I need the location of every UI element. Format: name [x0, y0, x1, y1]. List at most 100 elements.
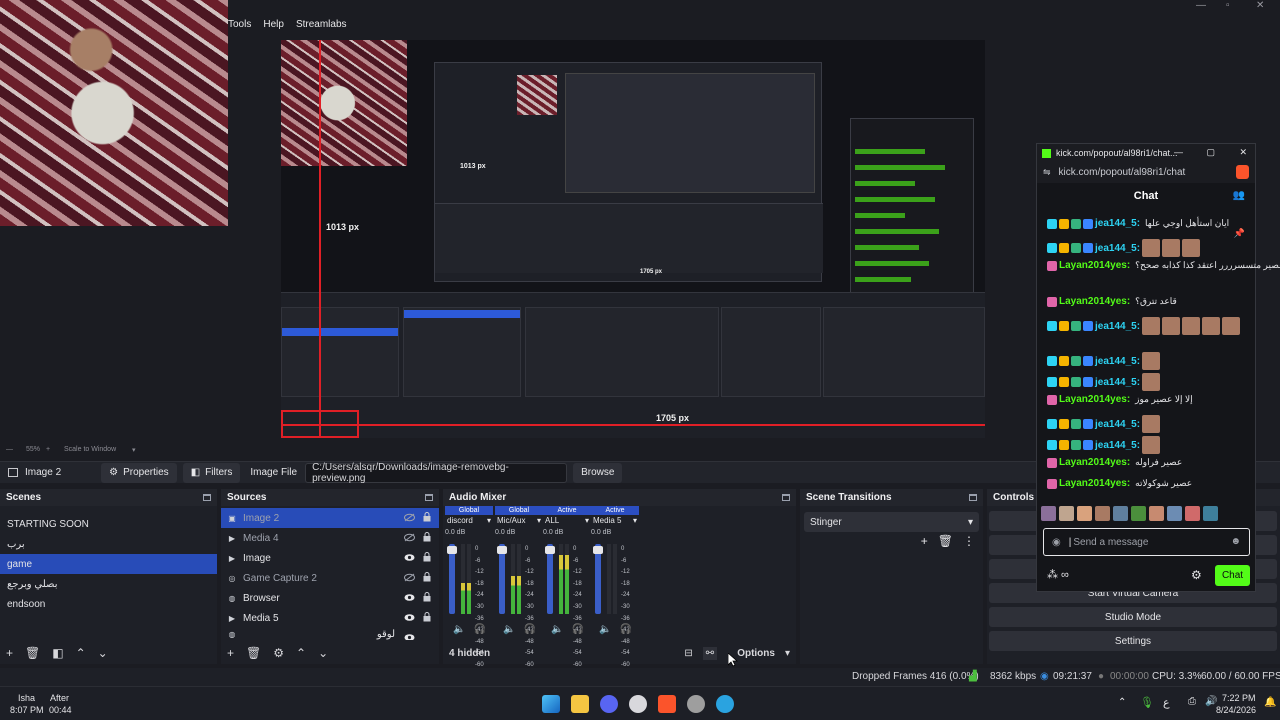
undock-icon[interactable] — [425, 494, 433, 501]
chat-username[interactable]: jea144_5: — [1095, 321, 1140, 332]
undock-icon[interactable] — [203, 494, 211, 501]
zoom-level[interactable]: 55% — [26, 446, 40, 453]
source-item[interactable]: ◍ لوقو — [221, 628, 439, 640]
minimize-icon[interactable]: — — [1174, 147, 1183, 157]
preview-canvas[interactable]: 1013 px 1705 px 1013 px 1705 px — [281, 40, 985, 438]
emoji-icon[interactable]: ☻ — [1230, 536, 1241, 547]
obs-icon[interactable] — [629, 695, 647, 713]
volume-fader[interactable] — [593, 544, 603, 614]
mic-icon[interactable]: 🎙 — [1140, 696, 1154, 709]
add-transition-icon[interactable]: + — [921, 534, 928, 548]
source-item[interactable]: ◎ Game Capture 2 — [221, 568, 439, 588]
chat-settings-icon[interactable]: ⚙ — [1191, 568, 1202, 582]
chat-message-input[interactable]: ◉ | Send a message ☻ — [1043, 528, 1250, 556]
source-item[interactable]: ▶ Image — [221, 548, 439, 568]
hidden-count[interactable]: 4 hidden — [449, 648, 490, 659]
move-down-icon[interactable]: ⌄ — [98, 646, 108, 660]
mixer-layout-icon[interactable]: ⊟ — [684, 648, 692, 659]
emote-picker-icon[interactable]: ◉ — [1052, 537, 1061, 548]
notification-icon[interactable]: 🔔 — [1264, 697, 1276, 708]
channel-select[interactable]: Media 5 ▾ — [591, 515, 639, 526]
chevron-down-icon[interactable]: ▾ — [785, 648, 790, 659]
speaker-icon[interactable]: 🔈 — [453, 624, 465, 635]
chat-send-button[interactable]: Chat — [1215, 565, 1250, 586]
eye-icon[interactable] — [404, 553, 415, 562]
move-up-icon[interactable]: ⌃ — [296, 646, 306, 660]
chevron-up-icon[interactable]: ⌃ — [1118, 697, 1126, 708]
chat-username[interactable]: Layan2014yes: — [1059, 260, 1130, 271]
chat-username[interactable]: Layan2014yes: — [1059, 457, 1130, 468]
settings-button[interactable]: Settings — [989, 631, 1277, 651]
channel-select[interactable]: discord ▾ — [445, 515, 493, 526]
discord-icon[interactable] — [600, 695, 618, 713]
lock-icon[interactable] — [423, 552, 431, 562]
filters-button[interactable]: ◧ Filters — [182, 462, 241, 483]
selection-box[interactable] — [281, 410, 359, 438]
scene-item[interactable]: STARTING SOON — [0, 514, 217, 534]
mixer-options-button[interactable]: Options — [737, 648, 775, 659]
close-icon[interactable]: ✕ — [1239, 147, 1247, 158]
add-source-icon[interactable]: + — [227, 646, 234, 660]
eye-hidden-icon[interactable] — [404, 513, 415, 522]
windows-start-icon[interactable] — [542, 695, 560, 713]
eye-icon[interactable] — [404, 613, 415, 622]
chat-username[interactable]: jea144_5: — [1095, 419, 1140, 430]
scene-item-selected[interactable]: game — [0, 554, 217, 574]
chat-username[interactable]: jea144_5: — [1095, 218, 1140, 229]
trash-icon[interactable]: 🗑 — [938, 534, 953, 548]
zoom-mode[interactable]: Scale to Window — [64, 446, 116, 453]
fader-knob[interactable] — [545, 546, 555, 554]
more-icon[interactable]: ⋮ — [963, 534, 975, 548]
headphones-icon[interactable]: 🎧 — [523, 624, 535, 635]
chat-url[interactable]: kick.com/popout/al98ri1/chat — [1059, 167, 1186, 178]
points-icon[interactable]: ⁂ ∞ — [1047, 568, 1069, 581]
speaker-icon[interactable]: 🔈 — [551, 624, 563, 635]
chat-username[interactable]: jea144_5: — [1095, 356, 1140, 367]
users-icon[interactable]: 👥 — [1233, 190, 1245, 201]
fader-knob[interactable] — [447, 546, 457, 554]
pin-icon[interactable]: 📌 — [1234, 228, 1245, 239]
trash-icon[interactable]: 🗑 — [246, 646, 261, 660]
speaker-icon[interactable]: 🔈 — [503, 624, 515, 635]
source-item[interactable]: ▶ Media 4 — [221, 528, 439, 548]
maximize-icon[interactable]: ▢ — [1206, 147, 1215, 158]
lock-icon[interactable] — [423, 592, 431, 602]
image-file-path-field[interactable]: C:/Users/alsqr/Downloads/image-removebg-… — [305, 462, 568, 484]
channel-select[interactable]: Mic/Aux ▾ — [495, 515, 543, 526]
move-down-icon[interactable]: ⌄ — [318, 646, 328, 660]
minimize-icon[interactable]: — — [1196, 0, 1206, 11]
volume-fader[interactable] — [545, 544, 555, 614]
close-icon[interactable]: ✕ — [1256, 0, 1264, 11]
eye-icon[interactable] — [404, 593, 415, 602]
chat-username[interactable]: Layan2014yes: — [1059, 394, 1130, 405]
transition-select[interactable]: Stinger ▾ — [804, 512, 979, 532]
scene-filters-icon[interactable]: ◧ — [52, 646, 63, 660]
link-icon[interactable]: ⚯ — [702, 646, 718, 660]
chat-username[interactable]: jea144_5: — [1095, 377, 1140, 388]
eye-hidden-icon[interactable] — [404, 573, 415, 582]
lock-icon[interactable] — [423, 572, 431, 582]
clock-time[interactable]: 7:22 PM — [1222, 693, 1256, 703]
undock-icon[interactable] — [969, 494, 977, 501]
headphones-icon[interactable]: 🎧 — [619, 624, 631, 635]
scene-item[interactable]: برب — [0, 534, 217, 554]
file-explorer-icon[interactable] — [571, 695, 589, 713]
scene-item[interactable]: بصلي وبرجع — [0, 574, 217, 594]
menu-help[interactable]: Help — [263, 19, 284, 30]
clock-date[interactable]: 8/24/2026 — [1216, 705, 1256, 715]
chat-username[interactable]: jea144_5: — [1095, 440, 1140, 451]
lock-icon[interactable] — [423, 612, 431, 622]
properties-button[interactable]: ⚙ Properties — [101, 462, 177, 483]
site-info-icon[interactable]: ⇋ — [1043, 167, 1051, 178]
gear-icon[interactable]: ⚙ — [273, 646, 284, 660]
volume-fader[interactable] — [447, 544, 457, 614]
lock-icon[interactable] — [423, 512, 431, 522]
eye-hidden-icon[interactable] — [404, 533, 415, 542]
move-up-icon[interactable]: ⌃ — [76, 646, 86, 660]
volume-fader[interactable] — [497, 544, 507, 614]
source-item[interactable]: ▶ Media 5 — [221, 608, 439, 628]
chat-username[interactable]: Layan2014yes: — [1059, 478, 1130, 489]
studio-mode-button[interactable]: Studio Mode — [989, 607, 1277, 627]
source-item-selected[interactable]: ▣ Image 2 — [221, 508, 439, 528]
fader-knob[interactable] — [593, 546, 603, 554]
